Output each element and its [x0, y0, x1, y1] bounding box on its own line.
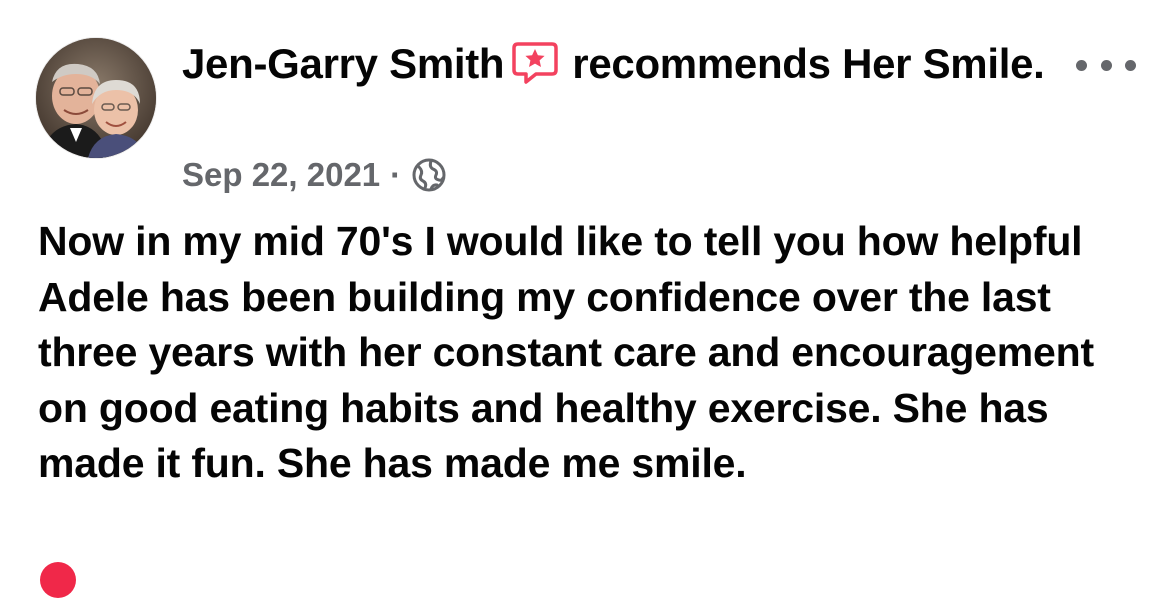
reaction-icon	[40, 562, 76, 598]
avatar-photo	[36, 38, 156, 158]
recommends-label: recommends	[572, 40, 831, 87]
recommended-page-name[interactable]: Her Smile.	[842, 40, 1045, 87]
review-post: Jen-Garry Smith recommends Her Smile. Se…	[0, 0, 1170, 598]
post-header: Jen-Garry Smith recommends Her Smile.	[182, 34, 1062, 94]
more-options-icon-dot	[1076, 59, 1087, 71]
more-options-icon-dot	[1100, 59, 1112, 71]
post-body-text: Now in my mid 70's I would like to tell …	[38, 218, 1094, 486]
post-date[interactable]: Sep 22, 2021	[182, 156, 380, 194]
author-avatar[interactable]	[36, 38, 156, 158]
recommend-star-icon	[512, 42, 559, 84]
more-options-icon-dot	[1125, 59, 1136, 71]
author-name[interactable]: Jen-Garry Smith	[182, 40, 505, 87]
meta-separator: ·	[390, 156, 402, 193]
more-options-button[interactable]	[1076, 50, 1136, 80]
post-meta: Sep 22, 2021 ·	[182, 155, 447, 195]
globe-icon	[412, 158, 446, 192]
